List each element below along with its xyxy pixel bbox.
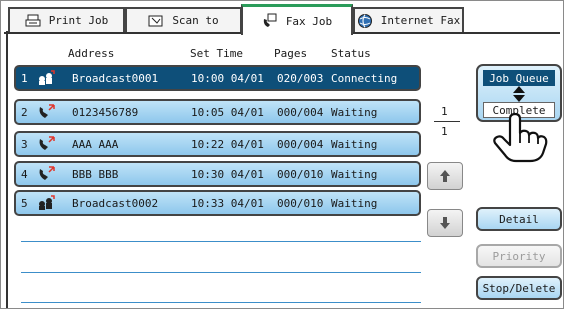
- scroll-down-button[interactable]: [427, 209, 463, 237]
- job-row[interactable]: 5 Broadcast0002 10:33 04/01 000/010 Wait…: [14, 190, 421, 216]
- empty-row-divider: [21, 241, 421, 242]
- tab-scan-to[interactable]: Scan to: [125, 7, 242, 32]
- scroll-up-button[interactable]: [427, 162, 463, 190]
- job-address: 0123456789: [72, 106, 139, 119]
- job-address: Broadcast0001: [72, 72, 159, 85]
- job-pages: 000/004: [277, 138, 324, 151]
- fax-job-status-panel: Print Job Scan to Fax Job Internet Fax A…: [0, 0, 564, 309]
- tab-label: Fax Job: [285, 14, 333, 28]
- phone-icon: [39, 136, 55, 150]
- total-pages: 1: [441, 125, 448, 138]
- priority-button[interactable]: Priority: [476, 244, 562, 268]
- job-address: AAA AAA: [72, 138, 119, 151]
- tab-label: Scan to: [172, 14, 219, 27]
- tab-print-job[interactable]: Print Job: [8, 7, 125, 32]
- job-set-time: 10:05 04/01: [191, 106, 264, 119]
- empty-row-divider: [21, 302, 421, 303]
- empty-row-divider: [21, 272, 421, 273]
- tab-label: Print Job: [48, 14, 109, 27]
- fax-icon: [263, 13, 277, 27]
- column-header-set-time: Set Time: [190, 47, 243, 60]
- job-pages: 000/004: [277, 106, 324, 119]
- broadcast-icon: [39, 70, 55, 85]
- tab-fax-job[interactable]: Fax Job: [241, 4, 353, 35]
- stop-delete-button[interactable]: Stop/Delete: [476, 276, 562, 300]
- phone-icon: [39, 104, 55, 118]
- tab-internet-fax[interactable]: Internet Fax: [353, 7, 464, 32]
- phone-icon: [39, 166, 55, 180]
- job-queue-option[interactable]: Job Queue: [483, 70, 555, 86]
- printer-icon: [25, 14, 41, 26]
- broadcast-icon: [39, 195, 55, 210]
- job-number: 1: [21, 72, 28, 85]
- job-set-time: 10:30 04/01: [191, 168, 264, 181]
- column-header-address: Address: [68, 47, 115, 60]
- page-divider: [434, 121, 460, 122]
- job-status: Waiting: [331, 106, 378, 119]
- job-pages: 000/010: [277, 168, 324, 181]
- job-status: Waiting: [331, 197, 378, 210]
- job-pages: 000/010: [277, 197, 324, 210]
- job-set-time: 10:33 04/01: [191, 197, 264, 210]
- job-row[interactable]: 1 Broadcast0001 10:00 04/01 020/003 Conn…: [14, 65, 421, 91]
- globe-icon: [357, 13, 372, 28]
- job-pages: 020/003: [277, 72, 324, 85]
- job-row[interactable]: 2 0123456789 10:05 04/01 000/004 Waiting: [14, 99, 421, 125]
- arrow-up-icon: [440, 170, 450, 182]
- column-header-status: Status: [331, 47, 371, 60]
- job-number: 3: [21, 138, 28, 151]
- job-address: Broadcast0002: [72, 197, 159, 210]
- job-number: 4: [21, 168, 28, 181]
- job-status: Waiting: [331, 168, 378, 181]
- job-status: Waiting: [331, 138, 378, 151]
- tab-label: Internet Fax: [380, 14, 461, 27]
- job-tabs: Print Job Scan to Fax Job Internet Fax: [4, 4, 560, 35]
- hand-pointer-icon: [493, 113, 548, 163]
- arrow-down-icon: [440, 217, 450, 229]
- detail-button[interactable]: Detail: [476, 207, 562, 231]
- job-set-time: 10:00 04/01: [191, 72, 264, 85]
- scanner-icon: [148, 15, 163, 26]
- job-address: BBB BBB: [72, 168, 119, 181]
- job-number: 5: [21, 197, 28, 210]
- job-status: Connecting: [331, 72, 398, 85]
- left-border: [6, 31, 8, 308]
- up-down-arrow-icon: [513, 86, 525, 102]
- job-row[interactable]: 4 BBB BBB 10:30 04/01 000/010 Waiting: [14, 161, 421, 187]
- job-row[interactable]: 3 AAA AAA 10:22 04/01 000/004 Waiting: [14, 131, 421, 157]
- current-page: 1: [441, 105, 448, 118]
- job-set-time: 10:22 04/01: [191, 138, 264, 151]
- column-header-pages: Pages: [274, 47, 308, 60]
- job-number: 2: [21, 106, 28, 119]
